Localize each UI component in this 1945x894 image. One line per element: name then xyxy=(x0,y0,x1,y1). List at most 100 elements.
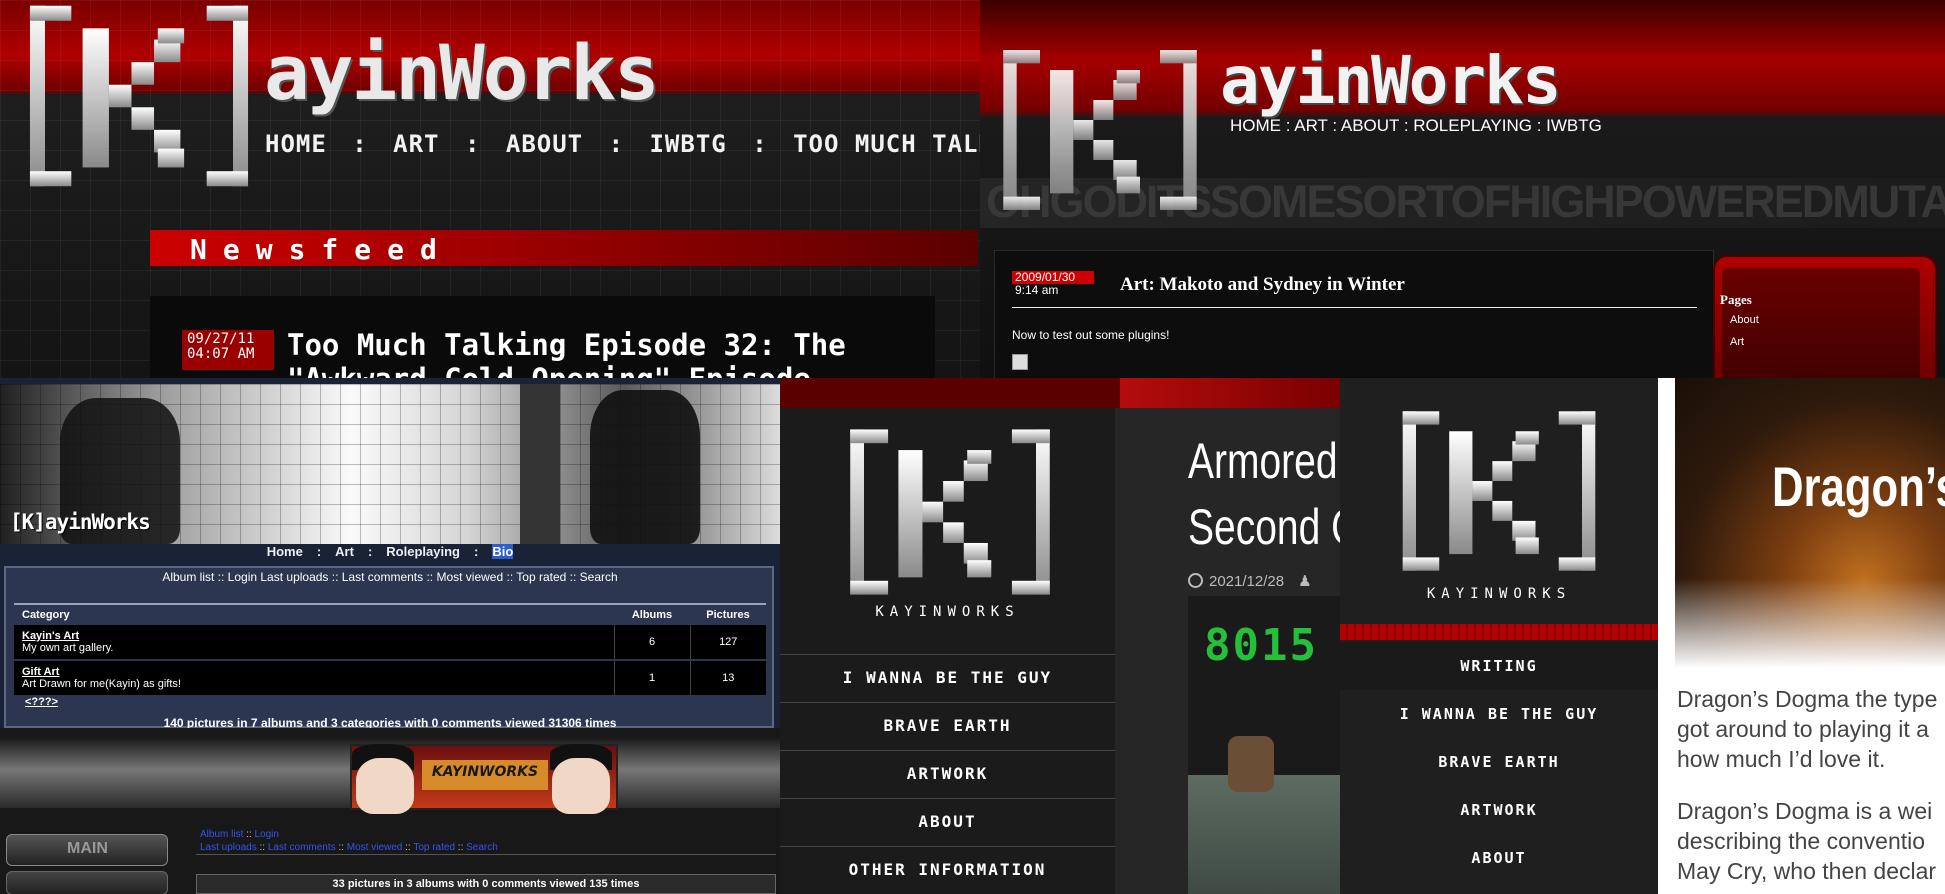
badge-label: KAYINWORKS xyxy=(431,764,539,780)
divider xyxy=(1012,307,1697,308)
menu-item-brave-earth[interactable]: BRAVE EARTH xyxy=(1340,738,1658,786)
top-bar-segment xyxy=(780,378,1120,408)
panel-gallery-v2: KAYINWORKS MAIN Album list :: Login Last… xyxy=(0,728,780,894)
category-table: Category Albums Pictures Kayin's Art My o… xyxy=(14,603,766,697)
category-cell: Gift Art Art Drawn for me(Kayin) as gifts… xyxy=(14,660,614,697)
article-paragraph: Dragon’s Dogma is a wei describing the c… xyxy=(1677,796,1945,886)
banner-logo[interactable]: [K]ayinWorks xyxy=(10,510,151,534)
mech-sprite xyxy=(1228,736,1274,792)
links-row-1: Album list :: Login xyxy=(200,828,498,841)
col-albums: Albums xyxy=(614,603,690,625)
hero-fade xyxy=(1675,578,1945,668)
link-sep: :: xyxy=(338,842,344,853)
character-face-left xyxy=(356,758,414,814)
site-brand[interactable]: ayinWorks xyxy=(1220,42,1562,119)
gallery-links: Album list :: Login Last uploads :: Last… xyxy=(200,828,498,854)
panel-kayinworks-v1: ayinWorks HOME : ART : ABOUT : IWBTG : T… xyxy=(0,0,980,378)
nav-about[interactable]: ABOUT xyxy=(506,130,583,158)
nav-home[interactable]: HOME xyxy=(265,130,327,158)
menu-item-artwork[interactable]: ARTWORK xyxy=(780,750,1115,798)
banner-figure-right xyxy=(590,390,700,544)
menu-item-artwork[interactable]: ARTWORK xyxy=(1340,786,1658,834)
post-title[interactable]: Art: Makoto and Sydney in Winter xyxy=(1120,274,1405,296)
post-title[interactable]: Too Much Talking Episode 32: The "Awkwar… xyxy=(287,328,937,378)
main-button[interactable]: MAIN xyxy=(6,834,168,866)
kayinworks-k-logo-icon[interactable] xyxy=(20,2,258,190)
menu-label: ABOUT xyxy=(918,812,977,831)
nav-sep: : xyxy=(352,130,368,158)
link-top-rated[interactable]: Top rated xyxy=(413,842,455,853)
link-last-uploads[interactable]: Last uploads xyxy=(200,842,257,853)
link-most-viewed[interactable]: Most viewed xyxy=(347,842,403,853)
post-date: 09/27/11 xyxy=(187,331,255,347)
secondary-button[interactable] xyxy=(6,871,168,894)
link-sep: :: xyxy=(405,842,411,853)
article-meta: 2021/12/28 ♟ xyxy=(1188,572,1312,590)
link-sep: :: xyxy=(246,829,252,840)
nav-art[interactable]: Art xyxy=(335,544,354,559)
gallery-nav: Home: Art: Roleplaying: Bio xyxy=(0,544,780,564)
link-search[interactable]: Search xyxy=(466,842,498,853)
table-row: Gift Art Art Drawn for me(Kayin) as gifts… xyxy=(14,660,766,697)
article-title-line: Second G xyxy=(1188,499,1340,555)
article-title[interactable]: Dragon’s xyxy=(1772,454,1945,519)
pictures-cell: 127 xyxy=(689,625,766,661)
clock-icon xyxy=(1188,573,1203,588)
link-login[interactable]: Login xyxy=(254,829,278,840)
newsfeed-header: Newsfeed xyxy=(150,230,978,266)
post-container xyxy=(994,250,1714,378)
nav-too-much-talking[interactable]: TOO MUCH TALKING xyxy=(793,130,980,158)
category-link[interactable]: Gift Art xyxy=(22,666,59,678)
link-album-list[interactable]: Album list xyxy=(200,829,243,840)
gallery-stats: 33 pictures in 3 albums with 0 comments … xyxy=(196,874,776,894)
category-link[interactable]: Kayin's Art xyxy=(22,630,79,642)
menu-item-about[interactable]: ABOUT xyxy=(780,798,1115,846)
top-bar xyxy=(780,378,1340,408)
category-desc: My own art gallery. xyxy=(22,642,114,654)
kayinworks-k-logo-icon[interactable] xyxy=(1388,408,1610,574)
menu-item-about[interactable]: ABOUT xyxy=(1340,834,1658,882)
kayinworks-k-logo-icon[interactable] xyxy=(1000,30,1200,230)
nav-iwbtg[interactable]: IWBTG xyxy=(649,130,726,158)
main-button-label: MAIN xyxy=(67,840,108,857)
nav-home[interactable]: Home xyxy=(267,544,303,559)
article-paragraph: Dragon’s Dogma the type got around to pl… xyxy=(1677,684,1945,774)
gallery-links[interactable]: Album list :: Login Last uploads :: Last… xyxy=(0,570,780,584)
menu-item-writing[interactable]: WRITING xyxy=(1340,642,1658,690)
character-face-right xyxy=(552,758,610,814)
sidebar-title: Pages xyxy=(1720,292,1752,307)
nav-art[interactable]: ART xyxy=(393,130,439,158)
menu-item-other-information[interactable]: OTHER INFORMATION xyxy=(780,846,1115,894)
article-date: 2021/12/28 xyxy=(1209,573,1285,590)
menu-item-iwbtg[interactable]: I WANNA BE THE GUY xyxy=(780,654,1115,702)
pictures-cell: 13 xyxy=(689,660,766,697)
hud-number: 8015 xyxy=(1204,620,1318,671)
table-row: Kayin's Art My own art gallery. 6 127 xyxy=(14,625,766,661)
article-title[interactable]: Armored Second G xyxy=(1188,428,1340,560)
post-date-badge: 2009/01/30 9:14 am xyxy=(1012,271,1094,299)
menu-label: WRITING xyxy=(1460,657,1538,675)
kayinworks-k-logo-icon[interactable] xyxy=(840,426,1060,598)
main-nav[interactable]: HOME : ART : ABOUT : ROLEPLAYING : IWBTG xyxy=(1230,116,1602,136)
divider xyxy=(196,854,776,855)
paragraph-line: describing the conventio xyxy=(1677,828,1926,854)
link-last-comments[interactable]: Last comments xyxy=(268,842,336,853)
more-link[interactable]: <???> xyxy=(25,696,58,708)
paragraph-line: got around to playing it a xyxy=(1677,716,1929,742)
paragraph-line: Dragon’s Dogma is a wei xyxy=(1677,798,1933,824)
nav-bio[interactable]: Bio xyxy=(492,544,514,559)
sidebar-item-art[interactable]: Art xyxy=(1730,336,1744,348)
menu-label: I WANNA BE THE GUY xyxy=(1399,705,1599,723)
panel-kayinworks-v4: KAYINWORKS WRITING I WANNA BE THE GUY BR… xyxy=(1340,378,1945,894)
sidebar-item-about[interactable]: About xyxy=(1730,314,1759,326)
links-row-2: Last uploads :: Last comments :: Most vi… xyxy=(200,841,498,854)
site-brand[interactable]: ayinWorks xyxy=(264,28,660,117)
menu-label: BRAVE EARTH xyxy=(1438,753,1560,771)
nav-roleplaying[interactable]: Roleplaying xyxy=(386,544,460,559)
menu-item-iwbtg[interactable]: I WANNA BE THE GUY xyxy=(1340,690,1658,738)
menu-label: ARTWORK xyxy=(1460,801,1538,819)
post-time: 04:07 AM xyxy=(187,346,255,362)
banner-pillar xyxy=(520,384,560,544)
table-header-row: Category Albums Pictures xyxy=(14,603,766,625)
menu-item-brave-earth[interactable]: BRAVE EARTH xyxy=(780,702,1115,750)
